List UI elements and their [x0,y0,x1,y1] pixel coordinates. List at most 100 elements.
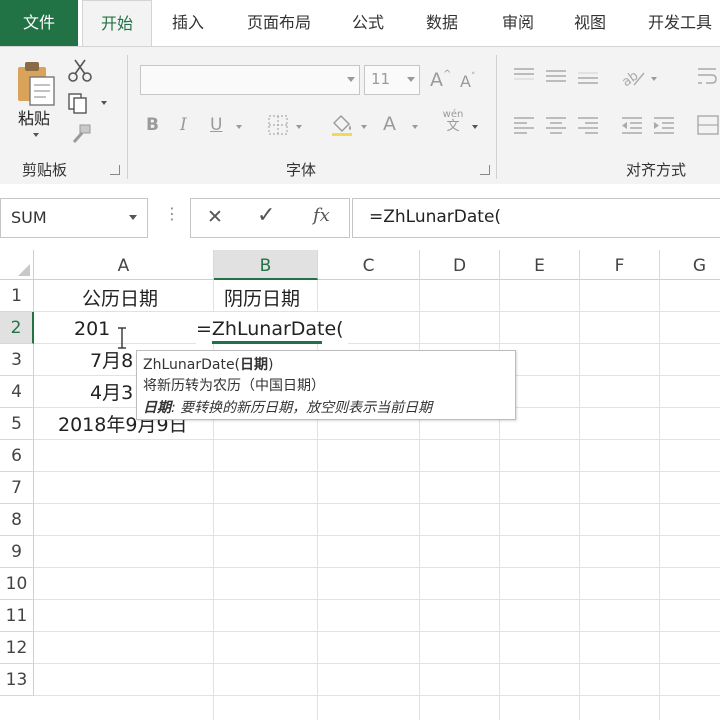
fill-color-icon[interactable] [328,111,356,137]
clipboard-launcher-icon[interactable] [110,165,120,175]
merge-center-icon[interactable] [696,113,720,137]
align-middle-icon[interactable] [544,67,568,85]
row-header-2[interactable]: 2 [0,312,34,344]
column-header-g[interactable]: G [660,250,720,280]
caret-up-icon: ^ [443,69,452,80]
row-header-7[interactable]: 7 [0,472,34,504]
cell-b1[interactable]: 阴历日期 [224,282,301,316]
formula-bar-resize-handle[interactable]: ⋮ [164,204,180,223]
shrink-font-button[interactable]: A˅ [460,72,475,91]
tab-home-label: 开始 [100,14,133,33]
cancel-button[interactable]: ✕ [207,206,223,228]
align-left-icon[interactable] [512,115,536,135]
row-header-8[interactable]: 8 [0,504,34,536]
tab-formulas[interactable]: 公式 [340,0,396,46]
formula-input[interactable]: =ZhLunarDate( [352,198,720,238]
font-color-dropdown-icon[interactable] [412,125,418,129]
enter-button[interactable]: ✓ [257,203,275,228]
row-header-11[interactable]: 11 [0,600,34,632]
increase-indent-icon[interactable] [652,115,676,135]
row-header-13[interactable]: 13 [0,664,34,696]
grow-font-button[interactable]: A^ [430,69,451,91]
tooltip-arg-desc: : 要转换的新历日期，放空则表示当前日期 [171,400,433,416]
column-header-f[interactable]: F [580,250,660,280]
tab-file[interactable]: 文件 [0,0,78,46]
name-box-value: SUM [11,208,47,227]
cell-a4[interactable]: 4月3 [90,376,133,408]
column-header-c[interactable]: C [318,250,420,280]
tab-data[interactable]: 数据 [414,0,470,46]
fill-color-dropdown-icon[interactable] [361,125,367,129]
column-header-d[interactable]: D [420,250,500,280]
grid-line [317,280,318,720]
paste-label: 粘贴 [18,109,51,128]
tab-view[interactable]: 视图 [562,0,618,46]
row-header-9[interactable]: 9 [0,536,34,568]
align-top-icon[interactable] [512,67,536,85]
grid-line [34,695,720,696]
row-header-10[interactable]: 10 [0,568,34,600]
cell-a1[interactable]: 公历日期 [82,282,158,314]
italic-button[interactable]: I [180,115,187,135]
orientation-icon[interactable]: ab [620,65,646,89]
name-box[interactable]: SUM [0,198,148,238]
column-header-e[interactable]: E [500,250,580,280]
row-header-1[interactable]: 1 [0,280,34,312]
cut-icon[interactable] [66,57,94,83]
active-cell-indicator [212,341,322,344]
font-name-dropdown-icon[interactable] [347,77,355,82]
tab-review[interactable]: 审阅 [490,0,546,46]
bold-button[interactable]: B [146,115,159,135]
cell-b2-editor[interactable]: =ZhLunarDate( [196,312,348,344]
formula-text: =ZhLunarDate( [369,207,502,227]
format-painter-icon[interactable] [68,123,94,145]
tab-page-layout[interactable]: 页面布局 [236,0,322,46]
align-center-icon[interactable] [544,115,568,135]
formula-bar-buttons: ✕ ✓ fx [190,198,350,238]
row-header-6[interactable]: 6 [0,440,34,472]
paste-dropdown-icon[interactable] [33,133,39,137]
font-size-dropdown-icon[interactable] [407,77,415,82]
row-header-4[interactable]: 4 [0,376,34,408]
grid-line [34,503,720,504]
grid-line [213,280,214,720]
tab-home[interactable]: 开始 [82,0,152,48]
phonetic-dropdown-icon[interactable] [472,125,478,129]
wrap-text-icon[interactable] [696,65,720,87]
select-all-corner[interactable] [0,250,34,280]
font-launcher-icon[interactable] [480,165,490,175]
copy-icon[interactable] [66,91,94,115]
worksheet-grid[interactable]: A B C D E F G 1 2 3 4 5 6 7 8 9 10 11 12… [0,250,720,720]
align-right-icon[interactable] [576,115,600,135]
column-header-a[interactable]: A [34,250,214,280]
cell-a3[interactable]: 7月8 [90,344,133,376]
grid-line [34,599,720,600]
column-header-b[interactable]: B [214,250,318,280]
tab-insert[interactable]: 插入 [160,0,216,46]
align-bottom-icon[interactable] [576,67,600,85]
underline-dropdown-icon[interactable] [236,125,242,129]
borders-icon[interactable] [266,113,292,137]
phonetic-guide-button[interactable]: wén 文 [440,109,466,133]
name-box-dropdown-icon[interactable] [129,215,137,220]
orientation-dropdown-icon[interactable] [651,77,657,81]
grid-line [659,280,660,720]
tooltip-argument-help: 日期: 要转换的新历日期，放空则表示当前日期 [143,397,432,417]
underline-button[interactable]: U [210,115,222,135]
formula-bar: SUM ⋮ ✕ ✓ fx =ZhLunarDate( [0,184,720,250]
tooltip-description: 将新历转为农历（中国日期） [143,378,325,394]
insert-function-button[interactable]: fx [313,205,330,226]
row-header-12[interactable]: 12 [0,632,34,664]
font-size-box[interactable]: 11 [364,65,420,95]
tooltip-func-close: ) [268,357,274,373]
font-color-button[interactable]: A [383,113,396,135]
copy-dropdown-icon[interactable] [101,101,107,105]
borders-dropdown-icon[interactable] [296,125,302,129]
row-header-3[interactable]: 3 [0,344,34,376]
cell-a2[interactable]: 201 [74,312,110,344]
tooltip-func-arg[interactable]: 日期 [240,357,268,373]
row-header-5[interactable]: 5 [0,408,34,440]
font-name-box[interactable] [140,65,360,95]
tab-developer[interactable]: 开发工具 [640,0,720,46]
decrease-indent-icon[interactable] [620,115,644,135]
